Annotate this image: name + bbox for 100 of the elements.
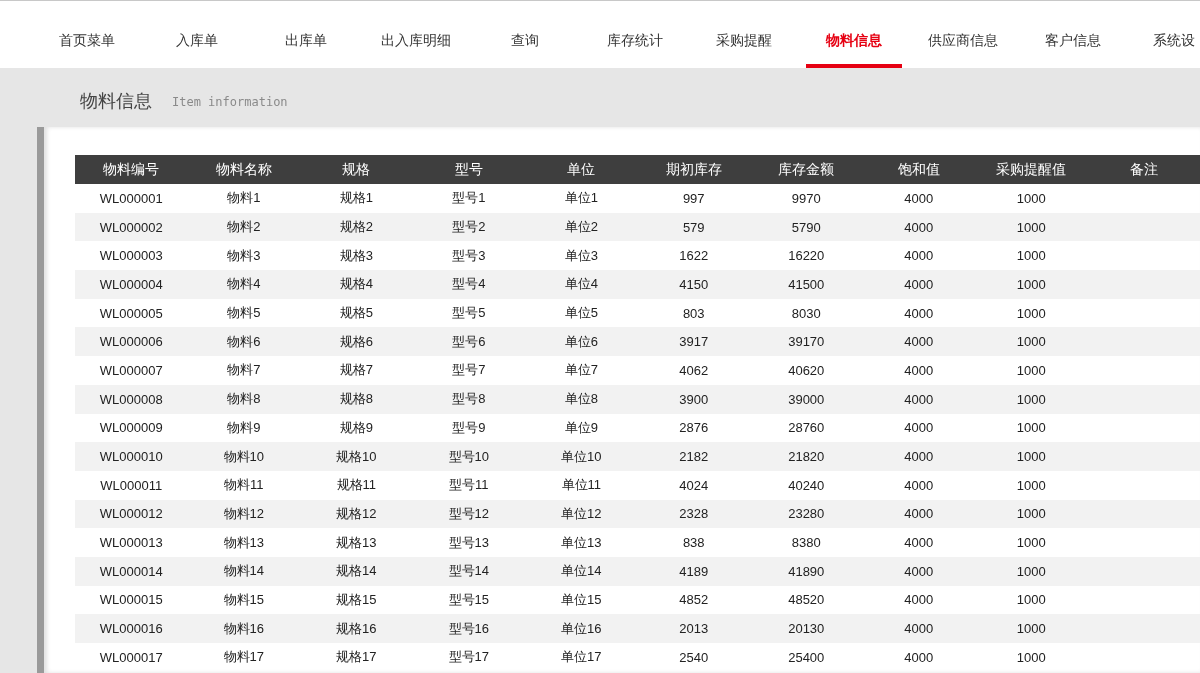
table-cell: 型号16 [412, 614, 525, 643]
table-cell: 4000 [862, 499, 975, 529]
table-cell: 规格12 [300, 499, 413, 529]
table-cell: 单位7 [525, 356, 638, 385]
table-cell: 1000 [975, 327, 1088, 357]
table-cell: 单位4 [525, 270, 638, 299]
table-cell: 型号10 [412, 442, 525, 471]
table-cell: 40240 [750, 470, 863, 500]
table-cell: 3917 [637, 327, 750, 357]
table-cell: 型号1 [412, 184, 525, 213]
table-cell: 1000 [975, 356, 1088, 385]
table-cell: WL000007 [75, 356, 188, 385]
table-cell: 物料1 [187, 184, 300, 213]
table-cell: 4000 [862, 470, 975, 500]
table-cell: 物料3 [187, 241, 300, 271]
table-cell: 4000 [862, 442, 975, 471]
table-cell: 规格9 [300, 413, 413, 443]
table-cell: 4189 [637, 556, 750, 586]
table-cell: 41500 [750, 270, 863, 299]
table-cell: 型号12 [412, 499, 525, 529]
table-cell: 型号4 [412, 270, 525, 299]
table-cell: WL000005 [75, 298, 188, 328]
table-cell: 单位15 [525, 585, 638, 615]
table-cell: 1000 [975, 270, 1088, 299]
table-cell: 单位1 [525, 184, 638, 213]
table-cell: WL000013 [75, 528, 188, 557]
table-cell: WL000016 [75, 614, 188, 643]
table-cell: 2540 [637, 643, 750, 672]
table-cell: 4000 [862, 614, 975, 643]
table-cell: 1000 [975, 499, 1088, 529]
table-cell: 4000 [862, 327, 975, 357]
table-cell: WL000008 [75, 384, 188, 414]
table-cell: 单位3 [525, 241, 638, 271]
column-header: 物料名称 [187, 155, 300, 184]
table-cell: WL000010 [75, 442, 188, 471]
table-cell: 4150 [637, 270, 750, 299]
table-cell: 单位13 [525, 528, 638, 557]
table-cell: 规格6 [300, 327, 413, 357]
table-cell: 4062 [637, 356, 750, 385]
table-cell: 规格14 [300, 556, 413, 586]
table-cell: 物料16 [187, 614, 300, 643]
table-cell: 1000 [975, 212, 1088, 242]
table-cell: 物料12 [187, 499, 300, 529]
table-cell: 4000 [862, 356, 975, 385]
table-cell: 41890 [750, 556, 863, 586]
table-cell: 物料9 [187, 413, 300, 443]
table-cell: 28760 [750, 413, 863, 443]
column-header: 单位 [525, 155, 638, 184]
table-cell: 1000 [975, 298, 1088, 328]
table-cell: 25400 [750, 643, 863, 672]
table-cell: 4000 [862, 585, 975, 615]
table-cell: 单位2 [525, 212, 638, 242]
table-cell: 单位8 [525, 384, 638, 414]
table-cell: 1000 [975, 470, 1088, 500]
table-cell: 物料17 [187, 643, 300, 672]
table-cell: 单位6 [525, 327, 638, 357]
column-header: 备注 [1087, 155, 1200, 184]
table-cell: 2182 [637, 442, 750, 471]
table-cell: 物料6 [187, 327, 300, 357]
table-cell: 16220 [750, 241, 863, 271]
table-cell: 20130 [750, 614, 863, 643]
table-cell: 4852 [637, 585, 750, 615]
table-cell: 型号2 [412, 212, 525, 242]
table-cell: 1622 [637, 241, 750, 271]
table-cell: 4000 [862, 212, 975, 242]
table-cell: 型号9 [412, 413, 525, 443]
table-cell: 8030 [750, 298, 863, 328]
table-cell: 9970 [750, 184, 863, 213]
table-cell: 物料4 [187, 270, 300, 299]
table-cell: 4000 [862, 298, 975, 328]
table-cell: 物料11 [187, 470, 300, 500]
table-cell: 规格16 [300, 614, 413, 643]
table-cell: 物料13 [187, 528, 300, 557]
table-cell: 规格13 [300, 528, 413, 557]
table-cell: 8380 [750, 528, 863, 557]
table-cell: WL000017 [75, 643, 188, 672]
table-cell: 型号6 [412, 327, 525, 357]
table-cell: 规格7 [300, 356, 413, 385]
table-cell: 1000 [975, 442, 1088, 471]
table-cell: WL000009 [75, 413, 188, 443]
table-cell: 物料2 [187, 212, 300, 242]
table-cell: 单位16 [525, 614, 638, 643]
table-cell: 1000 [975, 241, 1088, 271]
table-cell: 4000 [862, 184, 975, 213]
table-cell: 物料5 [187, 298, 300, 328]
table-cell: 单位11 [525, 470, 638, 500]
table-cell: 物料8 [187, 384, 300, 414]
table-cell: 39170 [750, 327, 863, 357]
page-subtitle: Item information [172, 95, 288, 109]
table-cell: WL000012 [75, 499, 188, 529]
table-cell: 型号7 [412, 356, 525, 385]
table-cell: 4000 [862, 643, 975, 672]
table-cell: 单位9 [525, 413, 638, 443]
table-cell: 型号15 [412, 585, 525, 615]
table-cell: 838 [637, 528, 750, 557]
table-cell: WL000001 [75, 184, 188, 213]
table-cell: 单位10 [525, 442, 638, 471]
table-cell: 规格4 [300, 270, 413, 299]
table-cell: 1000 [975, 184, 1088, 213]
column-header: 型号 [412, 155, 525, 184]
